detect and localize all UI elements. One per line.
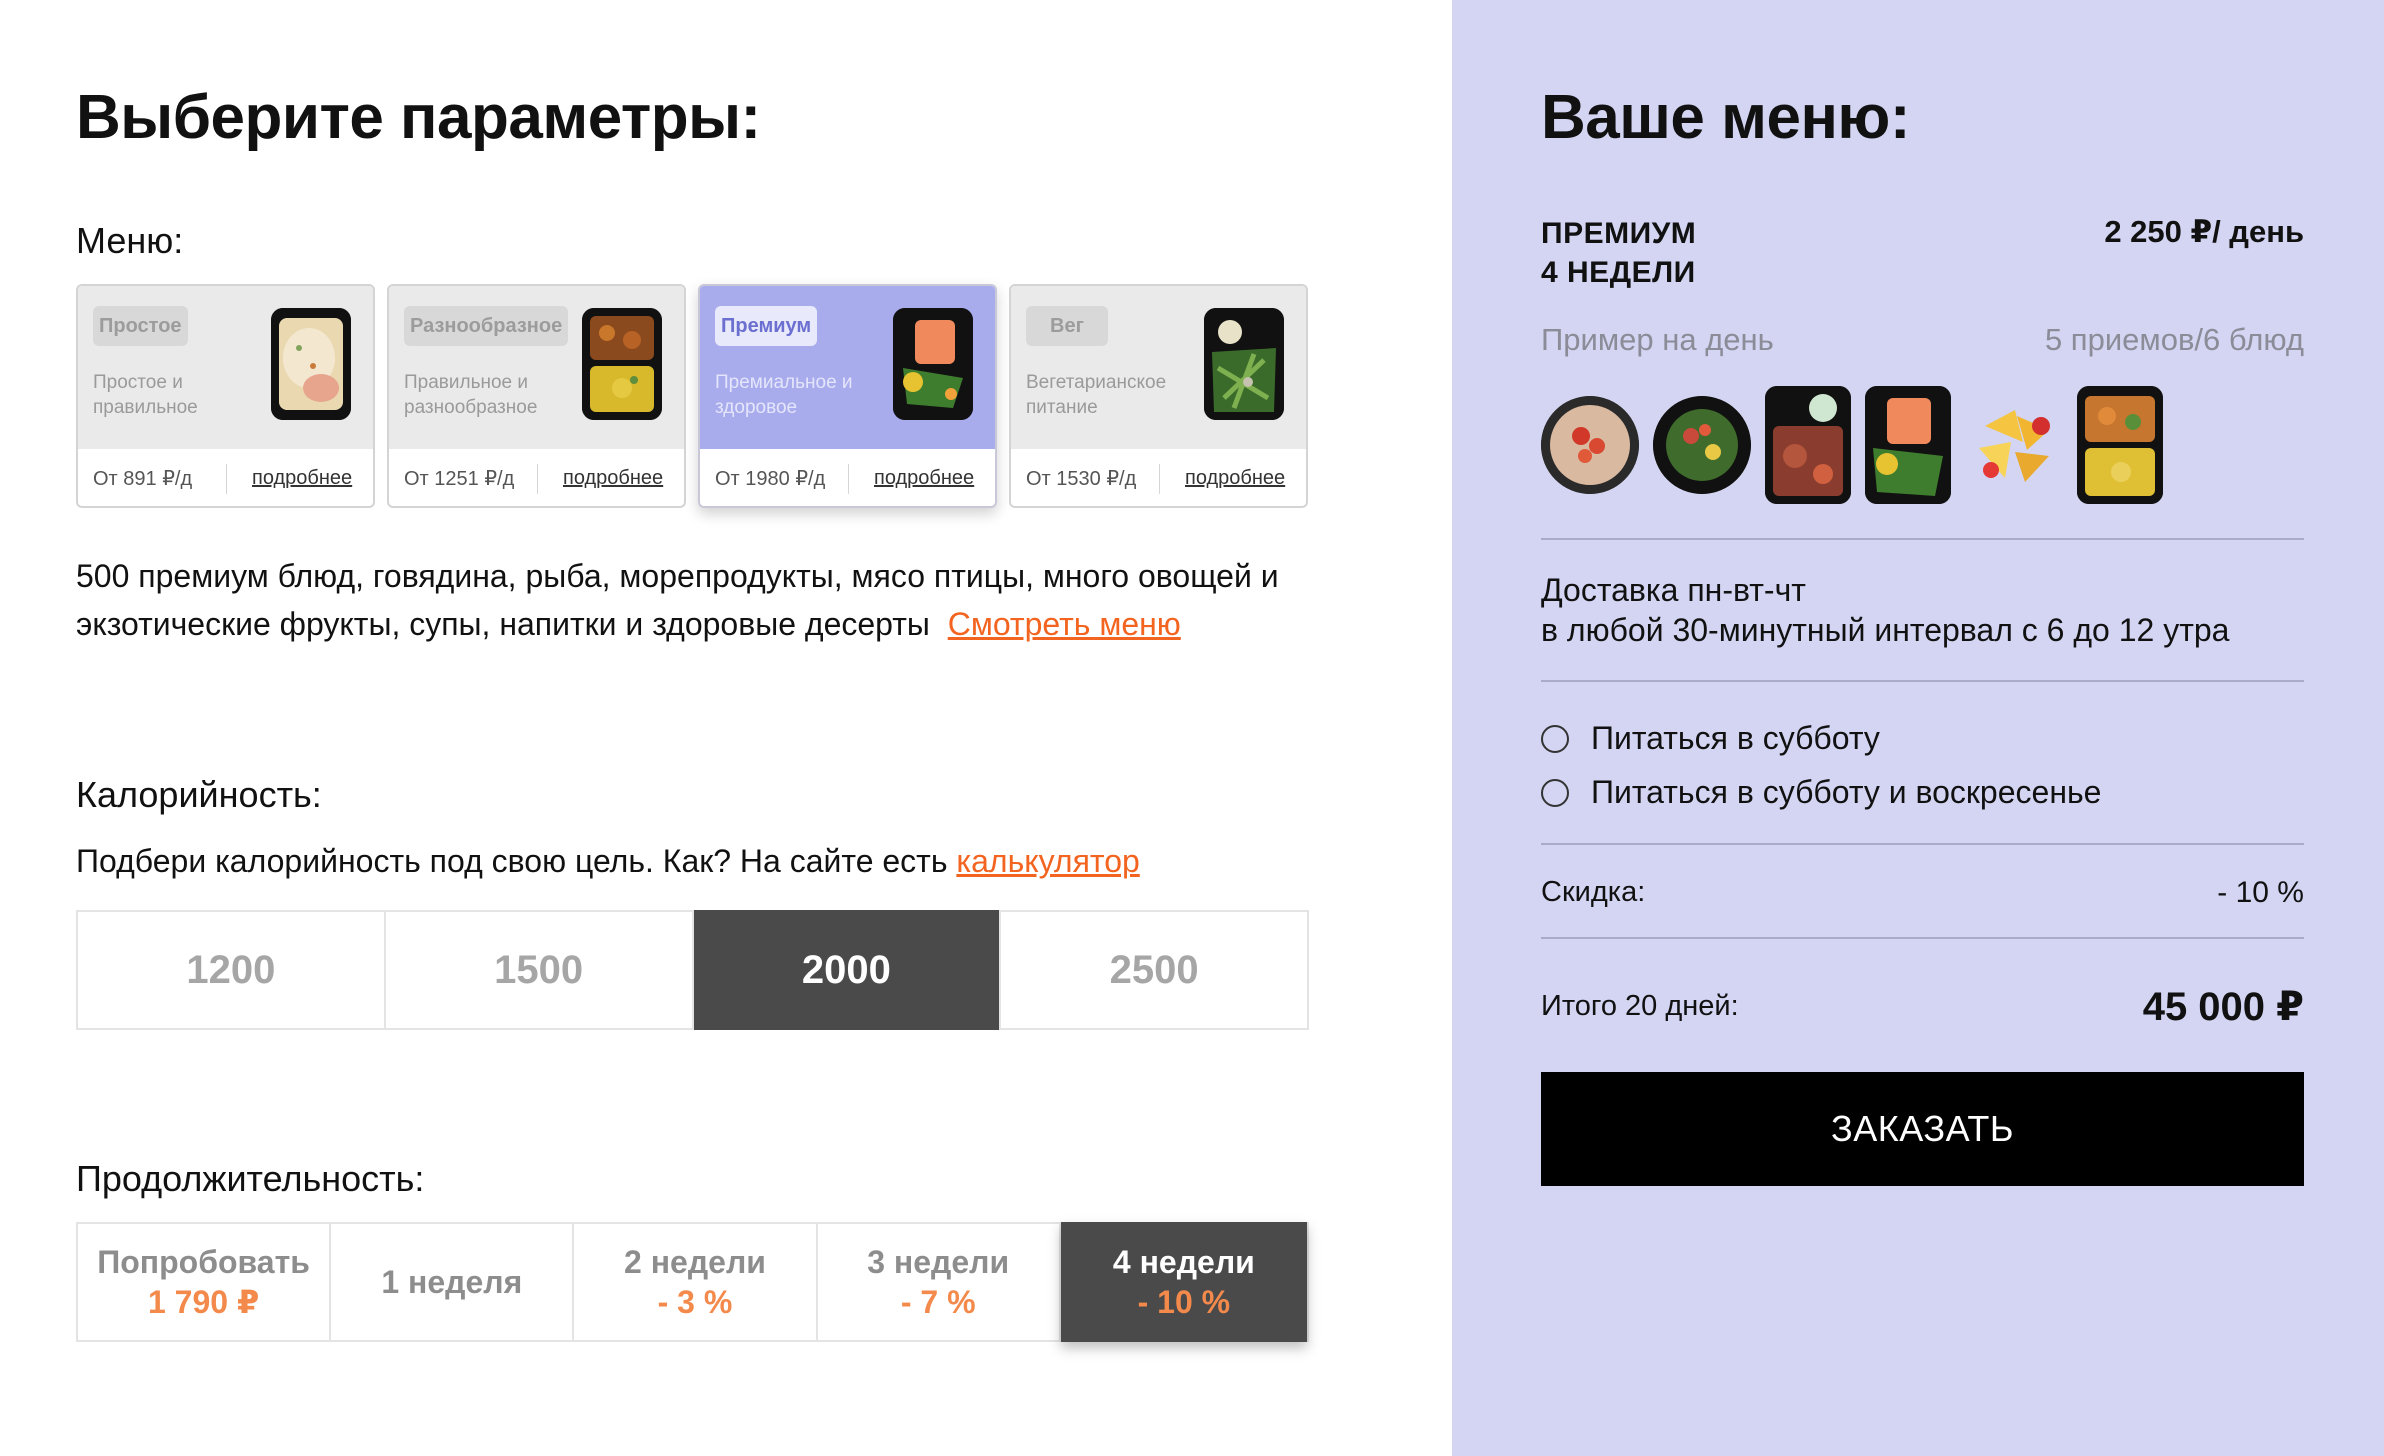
plan-price: 2 250 ₽/ день: [2104, 214, 2304, 249]
food-photo: [2077, 386, 2163, 504]
menu-card-varied[interactable]: Разнообразное Правильное и разнообразное…: [387, 284, 686, 508]
card-badge: Разнообразное: [404, 306, 569, 346]
order-button[interactable]: ЗАКАЗАТЬ: [1541, 1072, 2304, 1186]
page-title: Выберите параметры:: [76, 83, 761, 152]
parameters-panel: Выберите параметры: Меню: Простое Просто…: [0, 0, 1452, 1456]
calorie-option-2000[interactable]: 2000: [693, 910, 1002, 1030]
food-photo: [582, 308, 662, 420]
food-photo: [271, 308, 351, 420]
card-more-link[interactable]: подробнее: [563, 467, 663, 490]
total-label: Итого 20 дней:: [1541, 990, 1739, 1022]
card-price: От 891 ₽/д: [93, 468, 193, 490]
menu-card-vegetarian[interactable]: Вег Вегетарианское питание От 1530 ₽/д п…: [1009, 284, 1308, 508]
weekend-option[interactable]: Питаться в субботу и воскресенье: [1541, 774, 2101, 811]
menu-description: 500 премиум блюд, говядина, рыба, морепр…: [76, 552, 1356, 648]
card-description: Простое и правильное: [93, 372, 198, 418]
calories-section-label: Калорийность:: [76, 774, 322, 815]
card-more-link[interactable]: подробнее: [252, 467, 352, 490]
example-dishes: [1541, 386, 2163, 504]
calculator-link[interactable]: калькулятор: [956, 843, 1139, 879]
duration-option-trial[interactable]: Попробовать 1 790 ₽: [78, 1224, 332, 1340]
card-price: От 1980 ₽/д: [715, 468, 826, 490]
duration-option-2-weeks[interactable]: 2 недели - 3 %: [574, 1224, 818, 1340]
summary-title: Ваше меню:: [1541, 83, 1911, 152]
food-photo: [1765, 386, 1851, 504]
duration-option-4-weeks[interactable]: 4 недели - 10 %: [1060, 1222, 1307, 1342]
example-day-label: Пример на день: [1541, 322, 1774, 357]
card-badge: Простое: [93, 306, 188, 346]
calories-hint-text: Подбери калорийность под свою цель. Как?…: [76, 843, 948, 879]
calorie-option-1200[interactable]: 1200: [78, 912, 386, 1028]
duration-option-1-week[interactable]: 1 неделя: [331, 1224, 575, 1340]
duration-selector: Попробовать 1 790 ₽ 1 неделя 2 недели - …: [76, 1222, 1309, 1342]
menu-cards: Простое Простое и правильное От 891 ₽/д …: [76, 284, 1308, 508]
plan-name: ПРЕМИУМ 4 НЕДЕЛИ: [1541, 217, 1697, 289]
card-price: От 1530 ₽/д: [1026, 468, 1137, 490]
food-photo: [1653, 396, 1751, 494]
card-price: От 1251 ₽/д: [404, 468, 515, 490]
card-badge: Премиум: [715, 306, 818, 346]
saturday-option[interactable]: Питаться в субботу: [1541, 720, 1880, 757]
card-description: Правильное и разнообразное: [404, 372, 538, 418]
radio-icon[interactable]: [1541, 778, 1569, 807]
calorie-option-2500[interactable]: 2500: [1001, 912, 1307, 1028]
view-menu-link[interactable]: Смотреть меню: [948, 606, 1181, 642]
divider: [1541, 538, 2304, 540]
discount-value: - 10 %: [2217, 876, 2304, 909]
divider: [1541, 843, 2304, 845]
menu-card-premium[interactable]: Премиум Премиальное и здоровое От 1980 ₽…: [698, 284, 997, 508]
order-summary-panel: Ваше меню: ПРЕМИУМ 4 НЕДЕЛИ 2 250 ₽/ ден…: [1452, 0, 2384, 1456]
food-photo: [1204, 308, 1284, 420]
card-description: Премиальное и здоровое: [715, 372, 853, 418]
radio-icon[interactable]: [1541, 724, 1569, 753]
food-photo: [1865, 386, 1951, 504]
card-badge: Вег: [1026, 306, 1108, 346]
calories-selector: 1200 1500 2000 2500: [76, 910, 1309, 1030]
calories-hint: Подбери калорийность под свою цель. Как?…: [76, 843, 1140, 880]
card-description: Вегетарианское питание: [1026, 372, 1167, 418]
food-photo: [1541, 396, 1639, 494]
total-value: 45 000 ₽: [2142, 985, 2304, 1029]
card-more-link[interactable]: подробнее: [1185, 467, 1285, 490]
duration-section-label: Продолжительность:: [76, 1158, 425, 1199]
meals-count-label: 5 приемов/6 блюд: [2044, 322, 2304, 357]
menu-card-simple[interactable]: Простое Простое и правильное От 891 ₽/д …: [76, 284, 375, 508]
card-more-link[interactable]: подробнее: [874, 467, 974, 490]
duration-option-3-weeks[interactable]: 3 недели - 7 %: [818, 1224, 1061, 1340]
divider: [1541, 937, 2304, 939]
discount-label: Скидка:: [1541, 876, 1646, 908]
calorie-option-1500[interactable]: 1500: [386, 912, 694, 1028]
food-photo: [893, 308, 973, 420]
menu-section-label: Меню:: [76, 220, 184, 261]
divider: [1541, 680, 2304, 682]
delivery-info: Доставка пн-вт-чт в любой 30-минутный ин…: [1541, 572, 2230, 648]
food-photo: [1965, 396, 2063, 494]
